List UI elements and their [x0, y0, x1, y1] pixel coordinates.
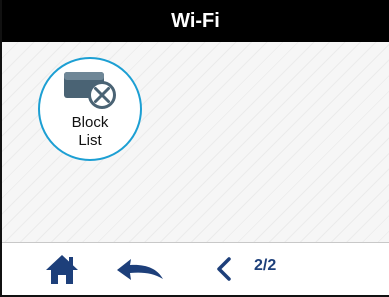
- block-list-label-line2: List: [78, 132, 102, 149]
- title-bar: Wi-Fi: [2, 0, 389, 42]
- block-list-icon: [62, 68, 122, 110]
- chevron-left-icon: [217, 257, 231, 281]
- previous-page-button[interactable]: [210, 252, 238, 286]
- bottom-navigation-bar: 2/2: [2, 242, 389, 295]
- home-button[interactable]: [42, 252, 82, 286]
- wifi-screen: Wi-Fi Block List 2/2: [0, 0, 389, 297]
- block-list-label: Block List: [40, 114, 140, 150]
- content-area: Block List: [2, 42, 389, 242]
- page-title: Wi-Fi: [171, 9, 220, 32]
- block-list-button[interactable]: Block List: [38, 57, 142, 161]
- page-indicator: 2/2: [254, 257, 277, 274]
- block-list-label-line1: Block: [71, 114, 109, 131]
- back-arrow-icon: [117, 259, 163, 280]
- back-button[interactable]: [114, 252, 166, 286]
- home-icon: [46, 255, 78, 284]
